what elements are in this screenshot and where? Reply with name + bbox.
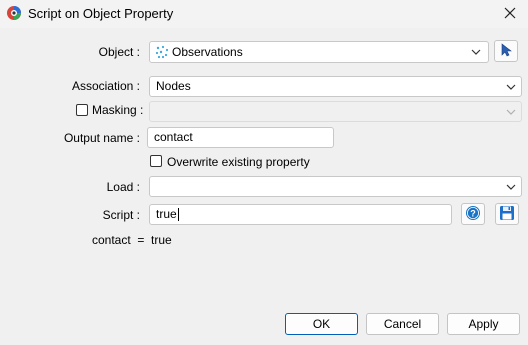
window-title: Script on Object Property: [28, 6, 174, 21]
chevron-down-icon: [506, 107, 516, 117]
points-icon: [155, 45, 169, 62]
output-name-label: Output name :: [63, 131, 140, 145]
masking-select: [149, 101, 522, 122]
output-name-input[interactable]: contact: [147, 127, 334, 148]
save-icon: [499, 205, 515, 224]
script-result-text: contact = true: [92, 233, 172, 247]
masking-label: Masking :: [92, 103, 144, 117]
cursor-pick-icon: [500, 42, 512, 60]
association-select[interactable]: Nodes: [149, 76, 522, 97]
script-label: Script :: [102, 208, 140, 222]
overwrite-label: Overwrite existing property: [167, 155, 310, 169]
load-select[interactable]: [149, 176, 522, 197]
ok-button[interactable]: OK: [285, 313, 358, 335]
text-cursor: [177, 208, 179, 222]
help-button[interactable]: ?: [461, 203, 485, 225]
pick-object-button[interactable]: [494, 40, 518, 62]
output-name-value: contact: [154, 130, 193, 144]
chevron-down-icon: [471, 47, 481, 57]
object-select[interactable]: Observations: [149, 41, 489, 63]
object-value: Observations: [172, 45, 243, 59]
association-label: Association :: [71, 79, 140, 93]
script-value: true: [156, 207, 177, 221]
title-bar: Script on Object Property: [0, 0, 528, 28]
apply-button[interactable]: Apply: [447, 313, 520, 335]
script-input[interactable]: true: [149, 204, 452, 225]
chevron-down-icon: [506, 82, 516, 92]
help-icon: ?: [465, 205, 481, 224]
save-script-button[interactable]: [495, 203, 519, 225]
load-label: Load :: [106, 180, 140, 194]
chevron-down-icon: [506, 182, 516, 192]
overwrite-checkbox[interactable]: [150, 155, 162, 167]
object-label: Object :: [98, 45, 140, 59]
app-logo-icon: [6, 5, 22, 21]
association-value: Nodes: [156, 79, 191, 93]
close-icon[interactable]: [500, 3, 520, 23]
svg-text:?: ?: [470, 208, 476, 218]
masking-checkbox[interactable]: [76, 104, 88, 116]
cancel-button[interactable]: Cancel: [366, 313, 439, 335]
